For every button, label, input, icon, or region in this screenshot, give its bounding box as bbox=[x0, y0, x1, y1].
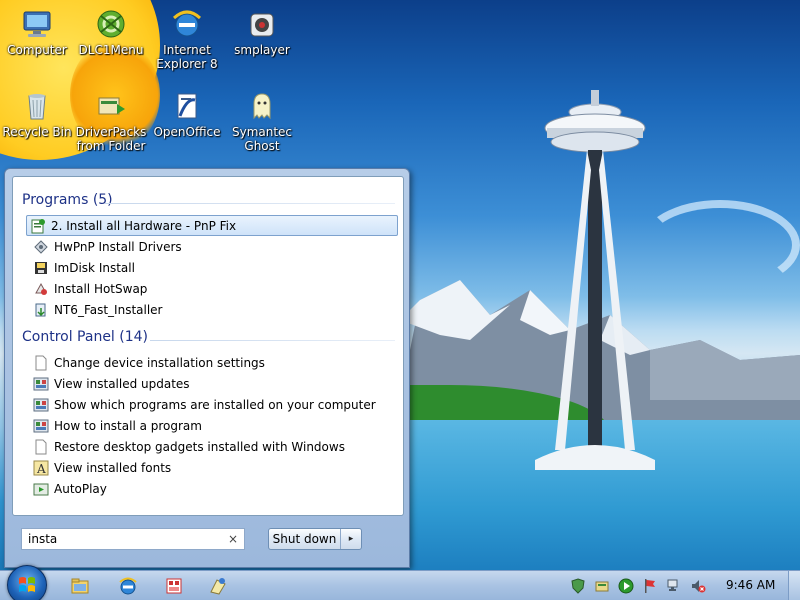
search-input-value: insta bbox=[28, 532, 58, 546]
programs-group-title[interactable]: Programs (5) bbox=[22, 192, 113, 208]
space-needle-image bbox=[535, 90, 655, 470]
computer-icon bbox=[21, 8, 53, 40]
desktop-icon-symantec-ghost[interactable]: Symantec Ghost bbox=[225, 90, 299, 153]
cp-item-show-installed-programs[interactable]: Show which programs are installed on you… bbox=[30, 394, 400, 415]
paint-taskbar-icon[interactable] bbox=[208, 576, 228, 596]
desktop-icon-internet-explorer[interactable]: Internet Explorer 8 bbox=[150, 8, 224, 71]
desktop-icon-label: DLC1Menu bbox=[78, 43, 144, 57]
cp-item-label: Change device installation settings bbox=[54, 355, 265, 370]
control-panel-icon bbox=[33, 397, 49, 413]
program-item-hwpnp-install-drivers[interactable]: HwPnP Install Drivers bbox=[30, 236, 400, 257]
taskbar: 9:46 AM bbox=[0, 565, 800, 600]
shutdown-options-arrow-icon[interactable]: ▸ bbox=[341, 529, 361, 549]
cp-item-label: How to install a program bbox=[54, 418, 202, 433]
svg-text:A: A bbox=[36, 462, 46, 476]
internet-explorer-taskbar-icon[interactable] bbox=[118, 576, 138, 596]
desktop-icon-label: Internet Explorer 8 bbox=[156, 43, 218, 71]
autoplay-icon bbox=[33, 481, 49, 497]
program-item-label: HwPnP Install Drivers bbox=[54, 239, 182, 254]
windows-logo-icon bbox=[19, 577, 35, 592]
show-desktop-button[interactable] bbox=[788, 571, 800, 600]
internet-explorer-icon bbox=[171, 8, 203, 40]
start-menu: Programs (5) 2. Install all Hardware - P… bbox=[4, 168, 410, 568]
openoffice-icon bbox=[171, 90, 203, 122]
fonts-icon: A bbox=[33, 460, 49, 476]
drivers-icon bbox=[33, 239, 49, 255]
program-item-install-hotswap[interactable]: Install HotSwap bbox=[30, 278, 400, 299]
dlc1menu-icon bbox=[95, 8, 127, 40]
recycle-bin-icon bbox=[21, 90, 53, 122]
cp-item-restore-desktop-gadgets[interactable]: Restore desktop gadgets installed with W… bbox=[30, 436, 400, 457]
volume-muted-tray-icon[interactable] bbox=[690, 578, 706, 594]
ghost-icon bbox=[246, 90, 278, 122]
desktop-icon-label: OpenOffice bbox=[153, 125, 221, 139]
cp-item-autoplay[interactable]: AutoPlay bbox=[30, 478, 400, 499]
network-tray-icon[interactable] bbox=[666, 578, 682, 594]
control-panel-icon bbox=[33, 418, 49, 434]
control-panel-icon bbox=[33, 376, 49, 392]
cp-item-how-to-install-a-program[interactable]: How to install a program bbox=[30, 415, 400, 436]
desktop-icon-label: Symantec Ghost bbox=[231, 125, 293, 153]
program-item-label: Install HotSwap bbox=[54, 281, 148, 296]
cp-item-label: View installed fonts bbox=[54, 460, 172, 475]
start-menu-results-pane: Programs (5) 2. Install all Hardware - P… bbox=[12, 176, 404, 516]
group-divider bbox=[150, 340, 395, 341]
clear-search-icon[interactable]: × bbox=[228, 532, 238, 546]
document-icon bbox=[33, 355, 49, 371]
desktop-icon-recycle-bin[interactable]: Recycle Bin bbox=[0, 90, 74, 139]
desktop-icon-label: smplayer bbox=[234, 43, 290, 57]
shutdown-button-group: Shut down ▸ bbox=[268, 528, 362, 550]
desktop-icon-smplayer[interactable]: smplayer bbox=[225, 8, 299, 57]
desktop-icon-dlc1menu[interactable]: DLC1Menu bbox=[74, 8, 148, 57]
start-search-input[interactable]: insta × bbox=[21, 528, 245, 550]
control-panel-group-title[interactable]: Control Panel (14) bbox=[22, 329, 148, 345]
program-item-nt6-fast-installer[interactable]: NT6_Fast_Installer bbox=[30, 299, 400, 320]
imdisk-icon bbox=[33, 260, 49, 276]
media-player-tray-icon[interactable] bbox=[618, 578, 634, 594]
desktop-icon-label: DriverPacks from Folder bbox=[75, 125, 147, 153]
media-taskbar-icon[interactable] bbox=[164, 576, 184, 596]
desktop-icon-computer[interactable]: Computer bbox=[0, 8, 74, 57]
driverpacks-icon bbox=[95, 90, 127, 122]
taskbar-clock[interactable]: 9:46 AM bbox=[726, 578, 775, 592]
cp-item-label: AutoPlay bbox=[54, 481, 107, 496]
drivers-tray-icon[interactable] bbox=[594, 578, 610, 594]
program-item-imdisk-install[interactable]: ImDisk Install bbox=[30, 257, 400, 278]
group-divider bbox=[105, 203, 395, 204]
document-icon bbox=[33, 439, 49, 455]
desktop-icon-label: Computer bbox=[7, 43, 67, 57]
desktop-icon-driverpacks[interactable]: DriverPacks from Folder bbox=[74, 90, 148, 153]
desktop-icon-label: Recycle Bin bbox=[2, 125, 72, 139]
cp-item-label: Restore desktop gadgets installed with W… bbox=[54, 439, 345, 454]
program-item-label: ImDisk Install bbox=[54, 260, 135, 275]
program-item-install-all-hardware[interactable]: 2. Install all Hardware - PnP Fix bbox=[26, 215, 398, 236]
cp-item-view-installed-fonts[interactable]: A View installed fonts bbox=[30, 457, 400, 478]
program-item-label: NT6_Fast_Installer bbox=[54, 302, 163, 317]
program-item-label: 2. Install all Hardware - PnP Fix bbox=[51, 218, 237, 233]
installer-icon bbox=[30, 218, 46, 234]
flag-tray-icon[interactable] bbox=[642, 578, 658, 594]
nt6-installer-icon bbox=[33, 302, 49, 318]
hotswap-icon bbox=[33, 281, 49, 297]
smplayer-icon bbox=[246, 8, 278, 40]
desktop-icon-openoffice[interactable]: OpenOffice bbox=[150, 90, 224, 139]
cp-item-label: View installed updates bbox=[54, 376, 190, 391]
shutdown-button[interactable]: Shut down bbox=[269, 529, 341, 549]
cp-item-change-device-installation-settings[interactable]: Change device installation settings bbox=[30, 352, 400, 373]
start-button[interactable] bbox=[7, 565, 47, 600]
cp-item-label: Show which programs are installed on you… bbox=[54, 397, 376, 412]
cp-item-view-installed-updates[interactable]: View installed updates bbox=[30, 373, 400, 394]
security-tray-icon[interactable] bbox=[570, 578, 586, 594]
explorer-taskbar-icon[interactable] bbox=[70, 576, 90, 596]
